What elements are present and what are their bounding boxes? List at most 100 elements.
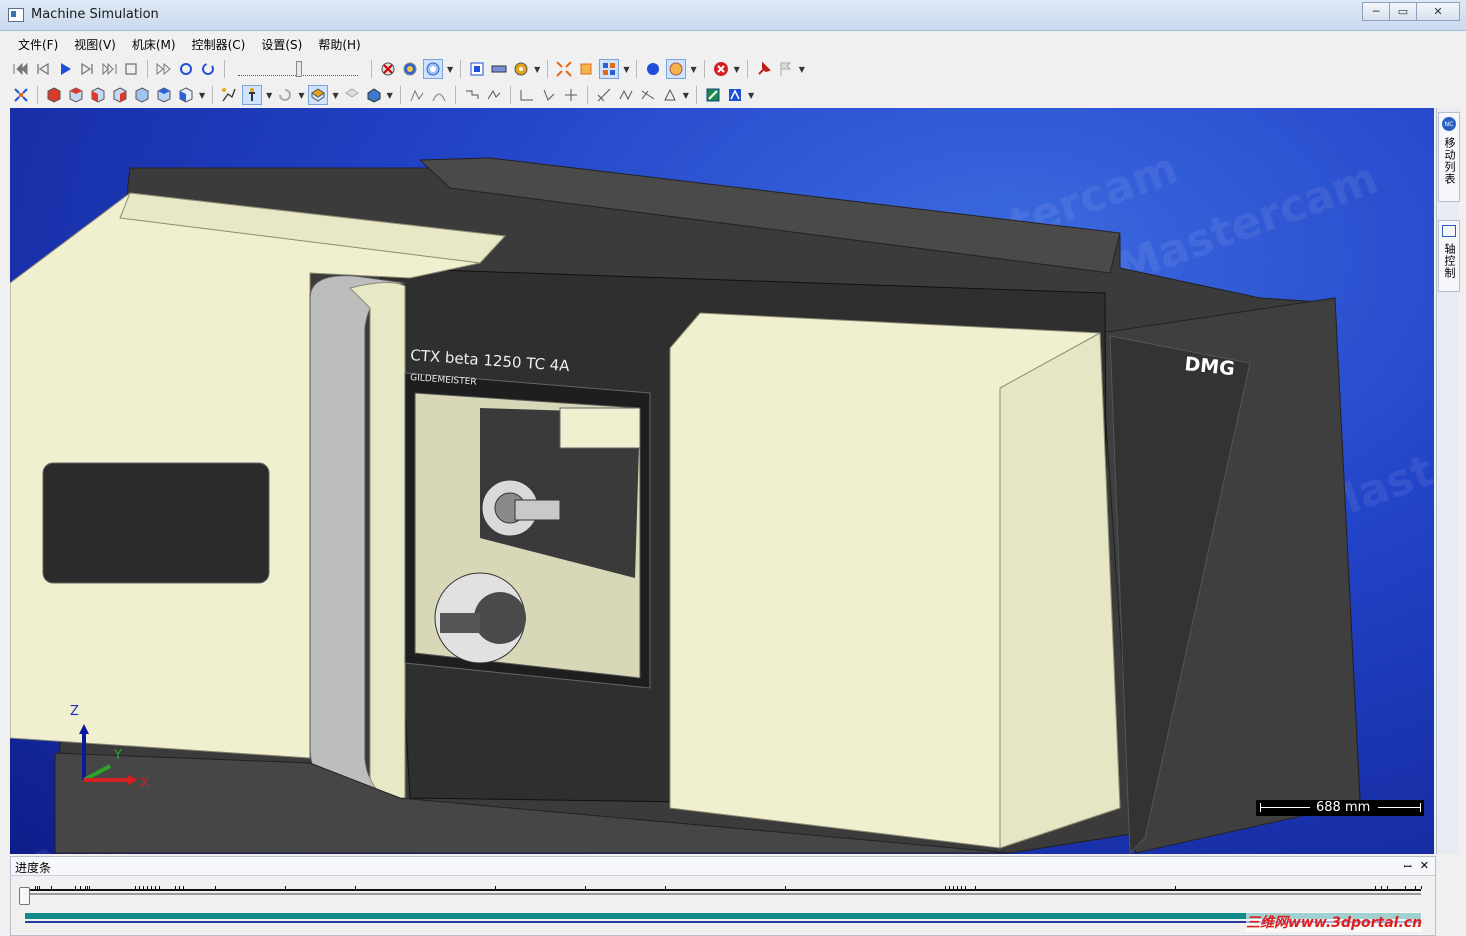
timeline-tick [975,886,976,889]
view-target-icon[interactable] [423,59,443,79]
maximize-button[interactable]: ▭ [1389,2,1417,21]
path5-icon[interactable] [562,86,580,104]
fast-forward-icon[interactable] [155,60,173,78]
dropdown-arrow[interactable]: ▼ [748,91,754,100]
timeline-slider-track[interactable] [25,893,1421,895]
dropdown-arrow[interactable]: ▼ [799,65,805,74]
dropdown-arrow[interactable]: ▼ [199,91,205,100]
dropdown-arrow[interactable]: ▼ [447,65,453,74]
shaded-view-icon[interactable] [308,85,329,105]
timeline-tick [85,886,86,889]
wire-view-icon[interactable] [343,86,361,104]
menu-controller[interactable]: 控制器(C) [184,33,254,55]
axis-label-z: Z [70,704,79,719]
separator [147,60,148,78]
timeline-tick [75,886,76,889]
close-panel-button[interactable]: ✕ [1420,859,1429,873]
fit-all-icon[interactable] [577,60,595,78]
export-icon[interactable] [704,86,722,104]
speed-slider-thumb[interactable] [296,60,302,77]
menu-file[interactable]: 文件(F) [10,33,66,55]
axis-icon[interactable] [666,59,687,79]
cube-blue-icon[interactable] [111,86,129,104]
error-icon[interactable] [712,60,730,78]
settings-gear-icon[interactable] [512,60,530,78]
dropdown-arrow[interactable]: ▼ [266,91,272,100]
timeline-tick [945,886,946,889]
material-icon[interactable] [490,60,508,78]
minimize-button[interactable]: ─ [1362,2,1390,21]
flag-icon[interactable] [777,60,795,78]
cube-red-icon[interactable] [45,86,63,104]
path2-icon[interactable] [485,86,503,104]
path3-icon[interactable] [518,86,536,104]
report-icon[interactable] [726,86,744,104]
tool-path-icon[interactable] [220,86,238,104]
dropdown-arrow[interactable]: ▼ [387,91,393,100]
timeline-tick [1421,886,1422,889]
collision-icon[interactable] [379,60,397,78]
path4-icon[interactable] [540,86,558,104]
path9-icon[interactable] [661,86,679,104]
curve2-icon[interactable] [430,86,448,104]
pin-panel-button[interactable]: ꟷ [1404,859,1412,873]
tab-move-list[interactable]: NC 移动列表 [1438,112,1460,202]
cube-blue4-icon[interactable] [177,86,195,104]
menu-view[interactable]: 视图(V) [66,33,124,55]
timeline-tick [183,886,184,889]
path7-icon[interactable] [617,86,635,104]
progress-bar-fill [25,913,1421,919]
menu-machine[interactable]: 机床(M) [124,33,184,55]
machine-model[interactable]: DMG CTX beta 1250 TC 4A GILDEMEISTER [10,108,1434,854]
pin-icon[interactable] [755,60,773,78]
globe-icon[interactable] [644,60,662,78]
menu-settings[interactable]: 设置(S) [253,33,310,55]
view-sphere-icon[interactable] [401,60,419,78]
simulation-viewport[interactable]: Mastercam Mastercam Mastercam Mastercam … [10,108,1434,854]
skip-last-icon[interactable] [100,60,118,78]
scale-bar: 688 mm [1256,800,1424,816]
path8-icon[interactable] [639,86,657,104]
dropdown-arrow[interactable]: ▼ [623,65,629,74]
dropdown-arrow[interactable]: ▼ [734,65,740,74]
dropdown-arrow[interactable]: ▼ [683,91,689,100]
loop-icon[interactable] [177,60,195,78]
dropdown-arrow[interactable]: ▼ [332,91,338,100]
play-icon[interactable] [56,60,74,78]
stop-icon[interactable] [122,60,140,78]
path-icon[interactable] [463,86,481,104]
playback-toolbar: ▼ ▼ ▼ ▼ ▼ ▼ [10,56,807,82]
view-toolbar: ▼ ▼ ▼ ▼ ▼ ▼ ▼ [10,82,756,108]
timeline-slider-thumb[interactable] [19,887,30,905]
stock-view-icon[interactable] [365,86,383,104]
timeline-ruler[interactable] [25,885,1422,891]
cube-blue2-icon[interactable] [133,86,151,104]
dropdown-arrow[interactable]: ▼ [690,65,696,74]
menu-help[interactable]: 帮助(H) [310,33,368,55]
cube-red3-icon[interactable] [89,86,107,104]
step-forward-icon[interactable] [78,60,96,78]
close-button[interactable]: ✕ [1416,2,1460,21]
cube-red2-icon[interactable] [67,86,85,104]
curve-icon[interactable] [408,86,426,104]
path6-icon[interactable] [595,86,613,104]
separator [460,60,462,78]
zoom-fit-icon[interactable] [12,86,30,104]
door-window [42,462,270,584]
grid-view-icon[interactable] [599,59,620,79]
cube-blue3-icon[interactable] [155,86,173,104]
tool-icon[interactable] [242,85,263,105]
fit-icon[interactable] [555,60,573,78]
speed-slider[interactable] [238,60,358,77]
tab-axis-control[interactable]: 轴控制 [1438,220,1460,292]
dropdown-arrow[interactable]: ▼ [298,91,304,100]
separator [746,60,748,78]
workpiece-icon[interactable] [468,60,486,78]
skip-first-icon[interactable] [12,60,30,78]
rotate-icon[interactable] [276,86,294,104]
dropdown-arrow[interactable]: ▼ [534,65,540,74]
refresh-icon[interactable] [199,60,217,78]
step-back-icon[interactable] [34,60,52,78]
timeline-tick [665,886,666,889]
timeline-tick [1375,886,1376,889]
